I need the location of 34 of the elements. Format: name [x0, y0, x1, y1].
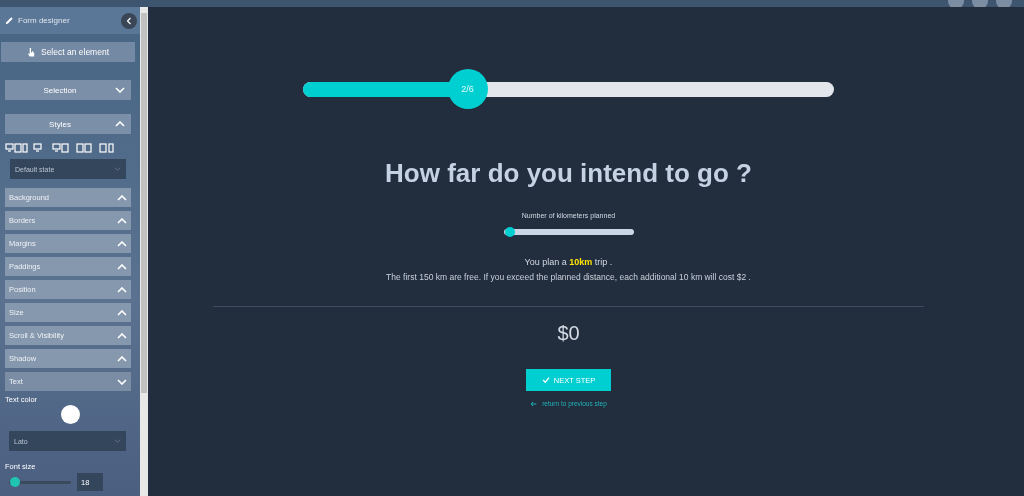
chevron-up-icon — [117, 194, 127, 201]
chevron-left-icon — [126, 16, 132, 25]
note-text: The first 150 km are free. If you exceed the planned distance, each additional 10 km will cost $2 . — [386, 272, 751, 282]
scrollbar-thumb[interactable] — [141, 13, 147, 393]
hand-pointer-icon — [26, 46, 36, 58]
progress-step-badge: 2/6 — [447, 69, 488, 109]
chevron-up-icon — [117, 240, 127, 247]
chevron-up-icon — [117, 286, 127, 293]
chevron-down-icon — [115, 87, 125, 93]
chevron-down-icon — [114, 167, 121, 171]
check-icon — [541, 377, 550, 383]
chevron-up-icon — [117, 332, 127, 339]
arrow-left-icon — [530, 400, 538, 407]
slider-thumb[interactable] — [10, 476, 21, 487]
select-element-button[interactable]: Select an element — [1, 42, 135, 62]
chevron-up-icon — [117, 309, 127, 316]
pencil-icon — [5, 16, 14, 25]
chevron-up-icon — [117, 263, 127, 270]
panel-title: Form designer — [18, 16, 71, 25]
scrollbar[interactable] — [140, 7, 148, 496]
chevron-up-icon — [115, 121, 125, 127]
slider-thumb[interactable] — [505, 227, 516, 237]
chevron-up-icon — [117, 217, 127, 224]
chevron-down-icon — [114, 439, 121, 443]
chevron-down-icon — [117, 378, 127, 385]
summary-text: You plan a 10km trip . — [524, 257, 613, 267]
price-text: $0 — [557, 322, 580, 345]
collapse-button[interactable] — [121, 12, 137, 29]
panel-header[interactable]: Selection — [5, 80, 131, 100]
color-swatch[interactable] — [60, 405, 80, 424]
device-size-icons-drawing[interactable] — [5, 143, 117, 153]
question-title: How far do you intend to go ? — [385, 157, 752, 189]
panel-header[interactable]: Styles — [5, 114, 131, 134]
chevron-up-icon — [117, 355, 127, 362]
